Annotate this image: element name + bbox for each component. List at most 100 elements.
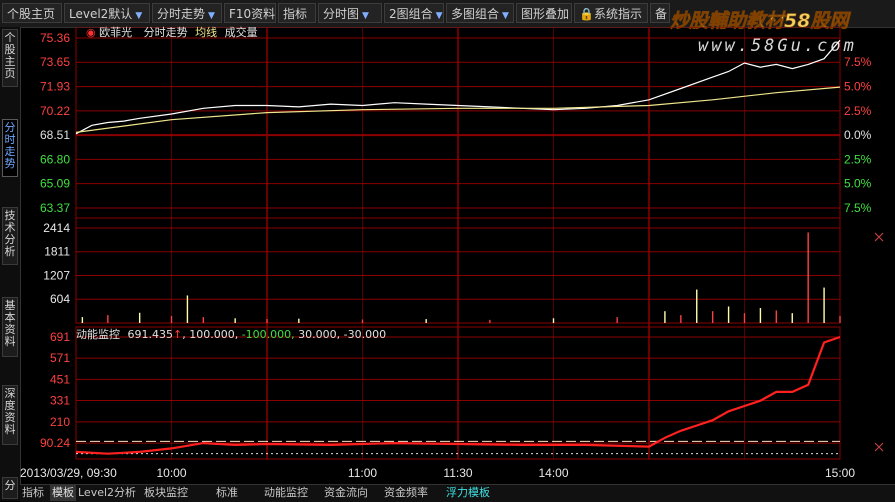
pct-tick-label: 7.5% xyxy=(844,55,872,69)
chart-marks xyxy=(75,39,884,455)
avg-line-label: 均线 xyxy=(195,26,218,39)
tab-sector-monitor[interactable]: 板块监控 xyxy=(144,485,188,501)
indicator-header: 动能监控 691.435↑, 100.000, -100.000, 30.000… xyxy=(76,328,387,341)
price-tick-label: 68.51 xyxy=(40,128,70,142)
tab-template[interactable]: 模板 xyxy=(50,485,76,501)
time-tick-label: 15:00 xyxy=(825,466,855,480)
time-tick-label: 14:00 xyxy=(538,466,568,480)
indicator-tick-label: 451 xyxy=(50,372,70,386)
price-tick-label: 66.80 xyxy=(40,152,70,166)
sidebar-item-label: 技术分析 xyxy=(4,209,16,258)
indicator-p4: -30.000 xyxy=(343,328,387,341)
indicator-value: 691.435 xyxy=(127,328,174,341)
system-button[interactable]: 🔒系统指示 xyxy=(574,3,648,23)
time-tick-label: 10:00 xyxy=(156,466,186,480)
price-tick-label: 70.22 xyxy=(40,104,70,118)
extra-label: 备 xyxy=(655,7,668,21)
sidebar-item-label: 分 xyxy=(4,479,16,492)
sidebar-item-timeshare[interactable]: 分时走势 xyxy=(2,119,18,177)
time-tick-label: 11:30 xyxy=(443,466,472,480)
sidebar-item-label: 深度资料 xyxy=(4,387,16,436)
chart-dropdown[interactable]: 分时图 ▼ xyxy=(318,3,382,23)
combo2-dropdown[interactable]: 2图组合 ▼ xyxy=(384,3,444,23)
chart-area[interactable]: 75.36 73.65 71.93 70.22 68.51 66.80 65.09 63.37… xyxy=(20,27,895,484)
close-icon xyxy=(874,442,884,452)
volume-tick-label: 1811 xyxy=(44,245,70,259)
chevron-down-icon: ▼ xyxy=(362,11,369,21)
indicator-p2: -100.000, xyxy=(241,328,295,341)
timeshare-label: 分时走势 xyxy=(157,7,206,21)
overlay-button[interactable]: 图形叠加 xyxy=(516,3,572,23)
stock-name: 欧菲光 xyxy=(99,26,133,39)
price-tick-label: 73.65 xyxy=(40,55,70,69)
pct-tick-label: 2.5% xyxy=(844,152,872,166)
combo2-label: 2图组合 xyxy=(389,7,433,21)
left-sidebar: 个股主页 分时走势 技术分析 基本资料 深度资料 分 xyxy=(0,27,21,501)
sidebar-item-label: 个股主页 xyxy=(4,31,16,80)
multicombo-label: 多图组合 xyxy=(451,7,500,21)
date-label: 2013/03/29, 09:30 xyxy=(20,466,117,480)
chart-label: 分时图 xyxy=(323,7,360,21)
up-arrow-icon: ↑ xyxy=(173,328,183,341)
tab-standard[interactable]: 标准 xyxy=(216,485,238,501)
tab-level2[interactable]: Level2分析 xyxy=(78,485,136,501)
tab-indicator[interactable]: 指标 xyxy=(22,485,44,501)
level2-label: Level2默认 xyxy=(69,7,133,21)
level2-dropdown[interactable]: Level2默认 ▼ xyxy=(64,3,150,23)
sidebar-item-deep[interactable]: 深度资料 xyxy=(2,385,18,445)
indicator-p3: 30.000, xyxy=(298,328,341,341)
tab-capital-freq[interactable]: 资金频率 xyxy=(384,485,428,501)
chart-grid xyxy=(75,27,841,460)
indicator-tick-label: 571 xyxy=(50,351,70,365)
indicator-button[interactable]: 指标 xyxy=(278,3,316,23)
price-tick-label: 71.93 xyxy=(40,80,70,94)
indicator-label: 指标 xyxy=(283,7,308,21)
timeshare-dropdown[interactable]: 分时走势 ▼ xyxy=(152,3,222,23)
sidebar-item-more[interactable]: 分 xyxy=(2,477,18,499)
system-label: 系统指示 xyxy=(593,7,642,21)
price-tick-label: 65.09 xyxy=(40,177,70,191)
chevron-down-icon: ▼ xyxy=(135,11,143,21)
tab-momentum[interactable]: 动能监控 xyxy=(264,485,308,501)
pct-tick-label: 7.5% xyxy=(844,201,872,215)
sidebar-item-label: 分时走势 xyxy=(4,121,16,170)
f10-button[interactable]: F10资料 xyxy=(224,3,276,23)
multicombo-dropdown[interactable]: 多图组合 ▼ xyxy=(446,3,514,23)
tab-home-label: 个股主页 xyxy=(7,7,56,21)
sidebar-item-home[interactable]: 个股主页 xyxy=(2,29,18,87)
pct-tick-label: 0.0% xyxy=(844,128,872,142)
indicator-tick-label: 90.24 xyxy=(40,436,70,450)
close-icon[interactable]: ◉ xyxy=(86,26,96,39)
indicator-tick-label: 210 xyxy=(50,415,70,429)
pct-tick-label: 2.5% xyxy=(844,104,872,118)
extra-button[interactable]: 备 xyxy=(650,3,670,23)
indicator-p1: 100.000, xyxy=(189,328,239,341)
chevron-down-icon: ▼ xyxy=(435,11,443,21)
tab-capital-flow[interactable]: 资金流向 xyxy=(324,485,368,501)
pct-tick-label: 5.0% xyxy=(844,177,872,191)
tab-float-template[interactable]: 浮力模板 xyxy=(446,485,490,501)
chart-labels: 75.36 73.65 71.93 70.22 68.51 66.80 65.09 63.37… xyxy=(20,31,872,480)
chevron-down-icon: ▼ xyxy=(208,11,215,21)
indicator-tick-label: 331 xyxy=(50,394,70,408)
time-tick-label: 11:00 xyxy=(348,466,377,480)
lock-icon: 🔒 xyxy=(579,7,594,21)
sidebar-item-basic[interactable]: 基本资料 xyxy=(2,297,18,357)
chevron-down-icon: ▼ xyxy=(502,11,509,21)
volume-label: 成交量 xyxy=(224,26,258,39)
stock-header: ◉ 欧菲光 分时走势 均线 成交量 xyxy=(86,24,258,40)
overlay-label: 图形叠加 xyxy=(521,7,570,21)
volume-tick-label: 604 xyxy=(50,292,70,306)
volume-tick-label: 1207 xyxy=(43,269,70,283)
indicator-tick-label: 691 xyxy=(50,330,70,344)
price-tick-label: 63.37 xyxy=(40,201,70,215)
price-tick-label: 75.36 xyxy=(40,31,70,45)
tab-home[interactable]: 个股主页 xyxy=(2,3,62,23)
f10-label: F10资料 xyxy=(229,7,276,21)
close-icon xyxy=(874,232,884,242)
volume-tick-label: 2414 xyxy=(43,221,70,235)
view-name: 分时走势 xyxy=(143,26,188,39)
sidebar-item-technical[interactable]: 技术分析 xyxy=(2,207,18,265)
indicator-title: 动能监控 xyxy=(76,328,120,341)
sidebar-item-label: 基本资料 xyxy=(4,299,16,348)
